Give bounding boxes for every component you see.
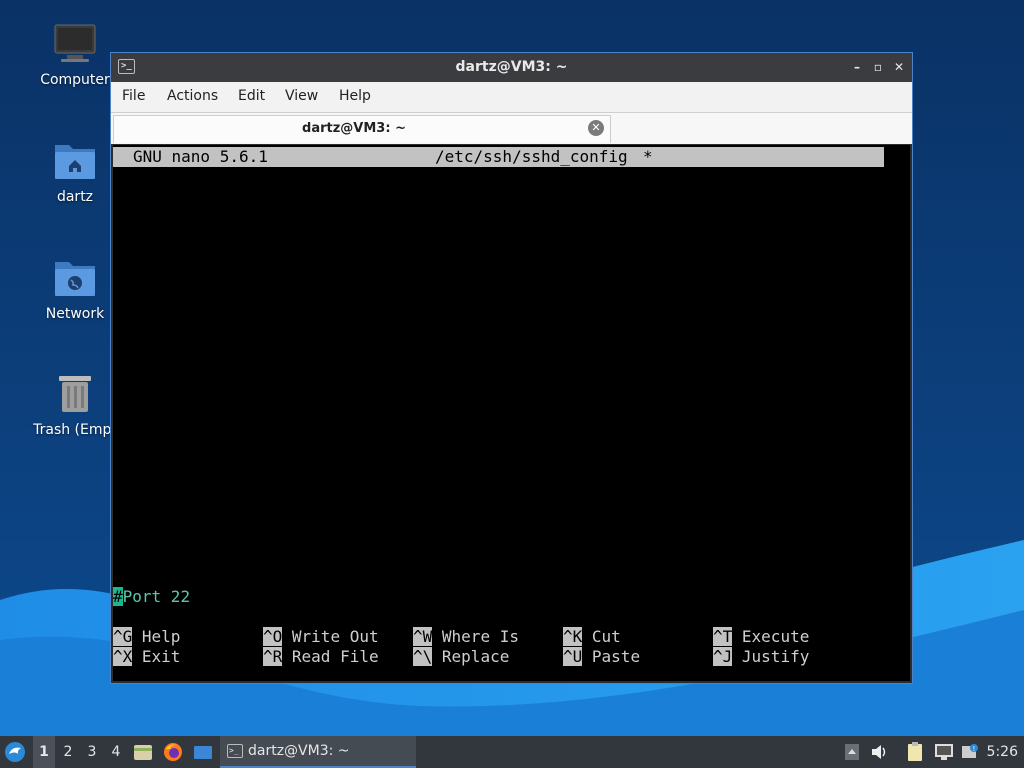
clock[interactable]: 5:26 bbox=[987, 736, 1018, 768]
shortcut-write-out[interactable]: ^O Write Out bbox=[263, 627, 379, 647]
shortcut-key: ^X bbox=[113, 647, 133, 666]
shortcut-label: Cut bbox=[591, 627, 621, 646]
shortcut-read-file[interactable]: ^R Read File bbox=[263, 647, 379, 667]
desktop-icon bbox=[194, 746, 212, 759]
shortcut-where-is[interactable]: ^W Where Is bbox=[413, 627, 519, 647]
nano-modified-flag: * bbox=[643, 147, 653, 166]
shortcut-label: Read File bbox=[291, 647, 379, 666]
shortcut-key: ^K bbox=[563, 627, 583, 646]
task-label: dartz@VM3: ~ bbox=[248, 743, 350, 759]
line-text: Port 22 bbox=[122, 587, 191, 606]
shortcut-exit[interactable]: ^X Exit bbox=[113, 647, 180, 667]
workspace-1[interactable]: 1 bbox=[33, 736, 55, 768]
shortcut-cut[interactable]: ^K Cut bbox=[563, 627, 621, 647]
window-titlebar[interactable]: >_ dartz@VM3: ~ – ▫ ✕ bbox=[111, 53, 912, 82]
terminal-window[interactable]: >_ dartz@VM3: ~ – ▫ ✕ File Actions Edit … bbox=[110, 52, 913, 684]
network-folder-icon bbox=[53, 256, 97, 300]
menu-help[interactable]: Help bbox=[339, 88, 371, 104]
shortcut-execute[interactable]: ^T Execute bbox=[713, 627, 809, 647]
shortcut-key: ^U bbox=[563, 647, 583, 666]
shortcut-label: Execute bbox=[741, 627, 810, 646]
shortcut-label: Replace bbox=[441, 647, 510, 666]
close-button[interactable]: ✕ bbox=[890, 58, 908, 76]
shortcut-label: Help bbox=[141, 627, 181, 646]
tab-label: dartz@VM3: ~ bbox=[302, 121, 406, 136]
window-title: dartz@VM3: ~ bbox=[455, 59, 568, 75]
shortcut-label: Write Out bbox=[291, 627, 379, 646]
shortcut-label: Exit bbox=[141, 647, 181, 666]
shortcut-justify[interactable]: ^J Justify bbox=[713, 647, 809, 667]
distro-logo-icon bbox=[5, 742, 25, 762]
shortcut-paste[interactable]: ^U Paste bbox=[563, 647, 640, 667]
network-status-icon[interactable] bbox=[934, 736, 956, 768]
tray-up-arrow-icon[interactable] bbox=[845, 736, 861, 768]
editor-line[interactable]: #Port 22 bbox=[113, 587, 190, 607]
shortcut-key: ^O bbox=[263, 627, 283, 646]
file-manager-icon bbox=[134, 745, 152, 760]
firefox-launcher[interactable] bbox=[163, 736, 185, 768]
shortcut-key: ^\ bbox=[413, 647, 433, 666]
menu-view[interactable]: View bbox=[285, 88, 318, 104]
shortcut-key: ^J bbox=[713, 647, 733, 666]
shortcut-label: Where Is bbox=[441, 627, 519, 646]
tab-close-icon[interactable]: ✕ bbox=[588, 120, 604, 136]
nano-filename: /etc/ssh/sshd_config bbox=[435, 147, 628, 166]
clipboard-icon[interactable] bbox=[907, 736, 927, 768]
shortcut-replace[interactable]: ^\ Replace bbox=[413, 647, 509, 667]
firefox-icon bbox=[164, 743, 182, 761]
computer-icon bbox=[53, 22, 97, 66]
workspace-3[interactable]: 3 bbox=[81, 736, 103, 768]
file-manager-launcher[interactable] bbox=[133, 736, 155, 768]
text-cursor: # bbox=[113, 587, 123, 606]
volume-icon[interactable] bbox=[871, 736, 891, 768]
terminal-app-icon: >_ bbox=[227, 744, 243, 758]
shortcut-label: Justify bbox=[741, 647, 810, 666]
shortcut-help[interactable]: ^G Help bbox=[113, 627, 180, 647]
notification-icon[interactable]: ! bbox=[961, 736, 981, 768]
trash-icon bbox=[53, 372, 97, 416]
menu-file[interactable]: File bbox=[122, 88, 145, 104]
tab-bar: dartz@VM3: ~ ✕ bbox=[111, 112, 912, 144]
start-menu-button[interactable] bbox=[4, 736, 30, 768]
shortcut-key: ^R bbox=[263, 647, 283, 666]
shortcut-key: ^G bbox=[113, 627, 133, 646]
terminal-area[interactable]: GNU nano 5.6.1 /etc/ssh/sshd_config * #P… bbox=[113, 145, 910, 681]
tab-terminal[interactable]: dartz@VM3: ~ ✕ bbox=[113, 115, 611, 143]
shortcut-key: ^W bbox=[413, 627, 433, 646]
show-desktop-button[interactable] bbox=[193, 736, 215, 768]
shortcut-key: ^T bbox=[713, 627, 733, 646]
home-folder-icon bbox=[53, 139, 97, 183]
shortcut-label: Paste bbox=[591, 647, 641, 666]
workspace-4[interactable]: 4 bbox=[105, 736, 127, 768]
menu-bar: File Actions Edit View Help bbox=[111, 82, 912, 112]
minimize-button[interactable]: – bbox=[848, 58, 866, 76]
nano-version: GNU nano 5.6.1 bbox=[133, 147, 268, 166]
menu-edit[interactable]: Edit bbox=[238, 88, 265, 104]
menu-actions[interactable]: Actions bbox=[167, 88, 218, 104]
taskbar: 1 2 3 4 >_ dartz@VM3: ~ ! 5:26 bbox=[0, 736, 1024, 768]
workspace-2[interactable]: 2 bbox=[57, 736, 79, 768]
nano-header: GNU nano 5.6.1 /etc/ssh/sshd_config * bbox=[113, 147, 884, 167]
maximize-button[interactable]: ▫ bbox=[869, 58, 887, 76]
taskbar-task-terminal[interactable]: >_ dartz@VM3: ~ bbox=[220, 736, 416, 768]
svg-text:!: ! bbox=[973, 745, 976, 753]
